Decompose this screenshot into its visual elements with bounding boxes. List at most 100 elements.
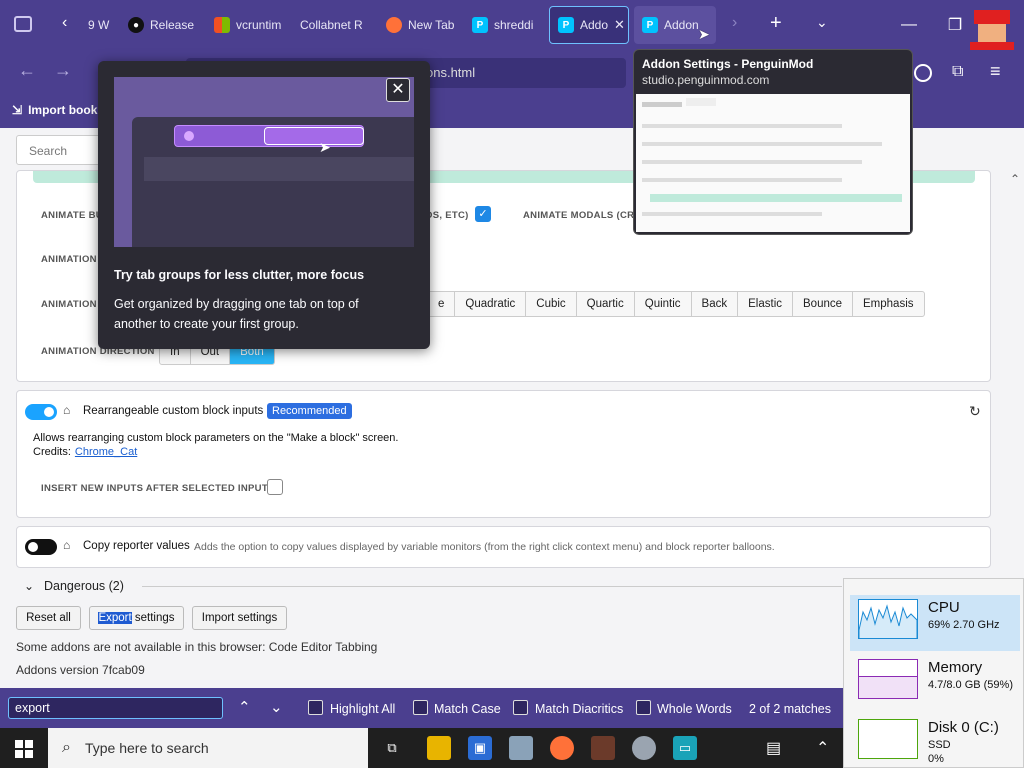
find-input[interactable]: export (8, 697, 223, 719)
windows-start-icon[interactable] (15, 740, 33, 758)
tab-shreddit[interactable]: Pshreddi (464, 6, 544, 44)
app-icon[interactable] (509, 736, 533, 760)
easing-option[interactable]: Quintic (635, 292, 692, 316)
addon-description: Allows rearranging custom block paramete… (33, 432, 399, 444)
find-previous-icon[interactable]: ⌃ (238, 698, 251, 716)
easing-option[interactable]: Emphasis (853, 292, 924, 316)
whole-words-label[interactable]: Whole Words (657, 702, 732, 716)
account-icon[interactable] (914, 64, 932, 82)
find-next-icon[interactable]: ⌄ (270, 698, 283, 716)
tab-hover-preview: Addon Settings - PenguinMod studio.pengu… (633, 49, 913, 235)
tab-label: Collabnet R (300, 18, 363, 32)
import-bookmarks-button[interactable]: ⇲ Import book (12, 103, 97, 117)
animate-buttons-label: ANIMATE BU (41, 210, 103, 221)
copy-reporter-toggle[interactable] (25, 539, 57, 555)
easing-option[interactable]: Quartic (577, 292, 635, 316)
highlight-all-label[interactable]: Highlight All (330, 702, 395, 716)
animate-modals-label: ANIMATE MODALS (CRE (523, 210, 641, 221)
tab-label: vcruntim (236, 18, 282, 32)
find-status: 2 of 2 matches (749, 702, 831, 716)
dangerous-section-toggle[interactable]: Dangerous (2) (44, 579, 124, 593)
easing-option[interactable]: Quadratic (455, 292, 527, 316)
store-icon[interactable]: ▣ (468, 736, 492, 760)
game-app-icon[interactable] (591, 736, 615, 760)
animate-option-checkbox[interactable]: ✓ (475, 206, 491, 222)
tab-collabnet[interactable]: Collabnet R (292, 6, 372, 44)
github-icon: ● (128, 17, 144, 33)
url-text: ons.html (426, 65, 476, 80)
addon-title: Rearrangeable custom block inputs (83, 405, 264, 417)
tab-1[interactable]: 9 W (80, 6, 120, 44)
memory-row[interactable]: Memory 4.7/8.0 GB (59%) (850, 655, 1020, 711)
list-all-tabs-chevron-icon[interactable]: ⌄ (816, 14, 828, 31)
rearrangeable-toggle[interactable] (25, 404, 57, 420)
import-bookmarks-label: Import book (28, 103, 98, 117)
close-popup-button[interactable]: ✕ (386, 78, 410, 102)
dangerous-chevron-icon[interactable]: ⌄ (24, 579, 34, 593)
taskbar-search-box[interactable]: ⌕ Type here to search (48, 728, 368, 768)
find-highlight: Export (98, 612, 132, 624)
tab-vcruntime[interactable]: vcruntim (206, 6, 286, 44)
animate-os-label: OS, ETC) (425, 210, 469, 221)
unavailable-addons-text: Some addons are not available in this br… (16, 640, 378, 654)
highlight-all-checkbox[interactable] (308, 700, 323, 715)
back-arrow-icon[interactable]: ← (18, 60, 36, 81)
tab-overview-icon[interactable] (14, 16, 32, 32)
new-tab-plus-icon[interactable]: + (770, 12, 782, 35)
penguinmod-icon: P (642, 17, 658, 33)
reset-icon[interactable]: ↻ (969, 403, 981, 420)
addons-version-text: Addons version 7fcab09 (16, 663, 145, 677)
close-tab-icon[interactable]: ✕ (614, 17, 625, 33)
news-icon[interactable]: ▤ (766, 738, 781, 758)
match-case-label[interactable]: Match Case (434, 702, 501, 716)
tab-new-tab[interactable]: New Tab (378, 6, 458, 44)
credits-line: Credits: Chrome_Cat (33, 446, 137, 458)
tabs-scroll-left-icon[interactable]: ‹ (62, 14, 67, 32)
credits-link[interactable]: Chrome_Cat (75, 446, 137, 458)
export-label-rest: settings (131, 612, 175, 624)
match-case-checkbox[interactable] (413, 700, 428, 715)
disk-row[interactable]: Disk 0 (C:) SSD 0% (850, 715, 1020, 768)
home-icon: ⌂ (63, 403, 71, 417)
task-manager-performance-pane: CPU 69% 2.70 GHz Memory 4.7/8.0 GB (59%)… (843, 578, 1024, 768)
reset-all-button[interactable]: Reset all (16, 606, 81, 630)
match-diacritics-label[interactable]: Match Diacritics (535, 702, 623, 716)
penguinmod-icon: P (558, 17, 574, 33)
task-view-icon[interactable]: ⧉ (380, 736, 404, 760)
animation-speed-label: ANIMATION (41, 254, 97, 265)
minimize-icon[interactable]: — (894, 10, 924, 40)
tray-chevron-icon[interactable]: ⌃ (816, 738, 829, 758)
tab-strip: ‹ 9 W ● Release vcruntim Collabnet R New … (0, 0, 1024, 102)
forward-arrow-icon[interactable]: → (54, 60, 72, 81)
insert-inputs-checkbox[interactable] (267, 479, 283, 495)
tab-addon-active[interactable]: P Addo ✕ (549, 6, 629, 44)
copy-reporter-addon-card: ⌂ Copy reporter values Adds the option t… (16, 526, 991, 568)
whole-words-checkbox[interactable] (636, 700, 651, 715)
cursor-icon: ➤ (319, 139, 331, 155)
scroll-up-arrow-icon[interactable]: ⌃ (1010, 172, 1020, 186)
tab-release[interactable]: ● Release (120, 6, 200, 44)
app-icon[interactable] (632, 736, 656, 760)
easing-option[interactable]: Elastic (738, 292, 793, 316)
firefox-icon[interactable] (550, 736, 574, 760)
search-icon: ⌕ (62, 739, 71, 756)
import-settings-button[interactable]: Import settings (192, 606, 287, 630)
easing-option[interactable]: Cubic (526, 292, 577, 316)
terminal-icon[interactable]: ▭ (673, 736, 697, 760)
extensions-puzzle-icon[interactable]: ⧉ (952, 63, 963, 81)
preview-title: Addon Settings - PenguinMod (642, 57, 814, 71)
menu-hamburger-icon[interactable]: ≡ (990, 61, 1001, 82)
easing-option[interactable]: e (428, 292, 456, 316)
export-settings-button[interactable]: Export settings (89, 606, 184, 630)
disk-label: Disk 0 (C:) (928, 719, 999, 736)
match-diacritics-checkbox[interactable] (513, 700, 528, 715)
easing-option[interactable]: Bounce (793, 292, 854, 316)
cpu-row[interactable]: CPU 69% 2.70 GHz (850, 595, 1020, 651)
easing-option[interactable]: Back (692, 292, 739, 316)
import-icon: ⇲ (12, 103, 23, 117)
easing-selector[interactable]: e Quadratic Cubic Quartic Quintic Back E… (427, 291, 925, 317)
addon-description: Adds the option to copy values displayed… (194, 541, 775, 553)
tabs-scroll-right-icon[interactable]: › (732, 14, 737, 32)
cpu-value: 69% 2.70 GHz (928, 619, 1000, 631)
file-explorer-icon[interactable] (427, 736, 451, 760)
